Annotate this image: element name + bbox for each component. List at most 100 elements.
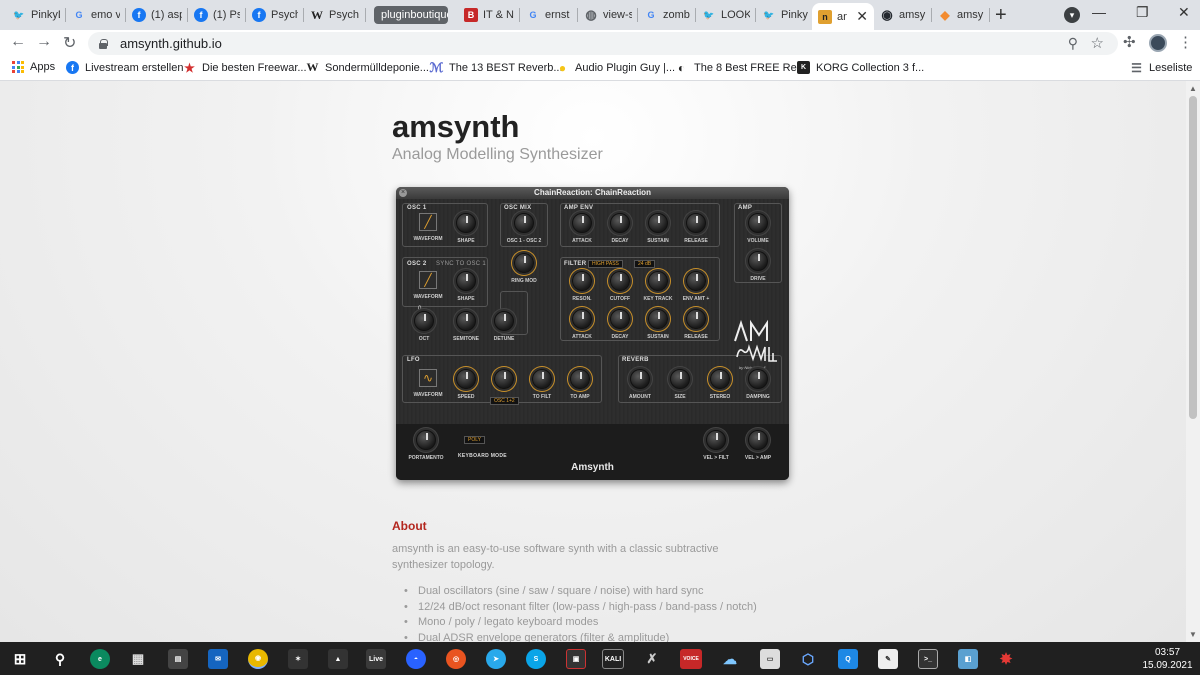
kali-icon[interactable]: KALI	[602, 649, 624, 669]
menu-dots-icon[interactable]: ⋮	[1178, 33, 1193, 51]
app-icon[interactable]: ☁	[720, 649, 740, 669]
twitter-icon: 🐦	[13, 9, 25, 20]
amsynth-icon: n	[818, 9, 832, 24]
sine-wave-icon: ∿	[419, 369, 437, 387]
diamond-icon: ◆	[940, 8, 950, 22]
ctl-label: OSC 1 - OSC 2	[506, 238, 542, 244]
tab-amsynth-active[interactable]: n an ✕	[812, 3, 874, 30]
bookmark-freeware[interactable]: ★ Die besten Freewar...	[183, 61, 306, 75]
reload-icon[interactable]: ↻	[63, 33, 76, 53]
bookmark-plugin-guy[interactable]: ● Audio Plugin Guy |...	[556, 61, 675, 75]
amp-attack-knob: ATTACK	[564, 213, 600, 244]
bookmark-korg[interactable]: K KORG Collection 3 f...	[797, 61, 924, 74]
bookmark-apps[interactable]: Apps	[12, 61, 55, 73]
knob-icon	[748, 213, 768, 233]
filter-decay-knob: DECAY	[602, 309, 638, 340]
terminal-icon[interactable]: >_	[918, 649, 938, 669]
tab-google-emo[interactable]: Gemo v	[66, 3, 126, 27]
tab-group-pluginboutique[interactable]: pluginboutique	[368, 3, 454, 27]
restore-button[interactable]: ❐	[1136, 4, 1149, 21]
tab-wikipedia-psych[interactable]: W Psych	[304, 3, 366, 27]
telegram-icon[interactable]: ➤	[486, 649, 506, 669]
tab-twitter-pinky[interactable]: 🐦 PinkyD	[6, 3, 66, 27]
scroll-up-arrow-icon[interactable]: ▲	[1189, 84, 1197, 93]
profile-avatar[interactable]	[1149, 34, 1167, 52]
app-icon[interactable]: ▭	[760, 649, 780, 669]
address-bar[interactable]: amsynth.github.io ⚲ ☆	[88, 32, 1118, 55]
notepad-icon[interactable]: ✎	[878, 649, 898, 669]
bookmark-star-icon[interactable]: ☆	[1091, 34, 1104, 52]
ctl-label: DECAY	[611, 238, 629, 244]
tab-github-amsynth[interactable]: ◉ amsyn	[874, 3, 932, 27]
taskbar-clock[interactable]: 03:57 15.09.2021	[1140, 646, 1195, 672]
amsynth-logo	[734, 319, 777, 362]
app-icon[interactable]: ✶	[288, 649, 308, 669]
portamento-knob: PORTAMENTO	[408, 430, 444, 461]
app-icon[interactable]: ▣	[566, 649, 586, 669]
bookmark-free-reverb[interactable]: ◐ The 8 Best FREE Re...	[675, 61, 806, 75]
app-icon[interactable]: Q	[838, 649, 858, 669]
app-icon[interactable]: ▲	[328, 649, 348, 669]
edge-icon[interactable]: e	[90, 649, 110, 669]
back-arrow-icon[interactable]: ←	[10, 33, 26, 51]
scrollbar-thumb[interactable]	[1189, 96, 1197, 419]
forward-arrow-icon[interactable]: →	[36, 33, 52, 51]
app-icon[interactable]: ◧	[958, 649, 978, 669]
close-icon[interactable]: ✕	[856, 8, 868, 25]
store-icon[interactable]: ▤	[168, 649, 188, 669]
zoom-icon[interactable]: ⚲	[1068, 35, 1078, 52]
tab-facebook-psyche[interactable]: f Psyche	[246, 3, 304, 27]
detune-knob: DETUNE	[486, 311, 522, 342]
oct-knob: OCT	[406, 311, 442, 342]
bookmark-label: Sondermülldeponie...	[325, 61, 429, 74]
tab-google-zombie[interactable]: Gzomb	[638, 3, 696, 27]
ctl-label: SPEED	[457, 394, 475, 400]
search-icon[interactable]: ⚲	[50, 649, 70, 669]
url-text[interactable]: amsynth.github.io	[120, 36, 222, 51]
ableton-live-icon[interactable]: Live	[366, 649, 386, 669]
bookmark-livestream[interactable]: f Livestream erstellen	[66, 61, 183, 74]
page-scrollbar[interactable]: ▲ ▼	[1186, 81, 1200, 642]
tab-search-icon[interactable]: ▾	[1064, 7, 1080, 23]
volume-knob: VOLUME	[740, 213, 776, 244]
knob-icon	[572, 309, 592, 329]
knob-icon	[610, 271, 630, 291]
lfo-to-amp-knob: TO AMP	[562, 369, 598, 400]
skype-icon[interactable]: S	[526, 649, 546, 669]
reverb-size-knob: SIZE	[662, 369, 698, 400]
tab-twitter-look[interactable]: 🐦 LOOK	[696, 3, 756, 27]
extensions-puzzle-icon[interactable]: ✣	[1123, 33, 1136, 51]
close-window-button[interactable]: ✕	[1178, 4, 1190, 21]
keyboard-mode-dropdown: POLY	[464, 436, 485, 444]
tab-twitter-pinky-2[interactable]: 🐦 PinkyD	[756, 3, 814, 27]
app-icon[interactable]: ✸	[996, 649, 1016, 669]
tab-view-source[interactable]: ◍ view-s	[578, 3, 638, 27]
tab-google-ernst[interactable]: Gernst l	[520, 3, 578, 27]
mail-icon[interactable]: ✉	[208, 649, 228, 669]
ubuntu-icon[interactable]: ◎	[446, 649, 466, 669]
amp-release-knob: RELEASE	[678, 213, 714, 244]
virtualbox-icon[interactable]: ⬡	[798, 649, 818, 669]
bookmark-label: Apps	[30, 61, 56, 73]
teams-icon[interactable]: ◓	[406, 649, 426, 669]
twitter-icon: 🐦	[703, 9, 715, 20]
app-icon[interactable]: ✗	[642, 649, 662, 669]
list-item: Dual oscillators (sine / saw / square / …	[404, 584, 757, 600]
scroll-down-arrow-icon[interactable]: ▼	[1189, 630, 1197, 639]
reading-list[interactable]: ☰ Leseliste	[1130, 61, 1192, 75]
tab-facebook-asp[interactable]: f (1) asp	[126, 3, 188, 27]
bookmark-sondermuell[interactable]: W Sondermülldeponie...	[306, 60, 429, 74]
tab-facebook-psy[interactable]: f (1) Psy	[188, 3, 246, 27]
ctl-label: DAMPING	[746, 394, 770, 400]
new-tab-button[interactable]: +	[995, 4, 1007, 27]
task-view-icon[interactable]: ▦	[128, 649, 148, 669]
ctl-label: DRIVE	[750, 276, 766, 282]
bookmark-reverb[interactable]: ℳ The 13 BEST Reverb...	[430, 60, 563, 75]
minimize-button[interactable]: —	[1092, 4, 1106, 20]
tab-amsynth-2[interactable]: ◆ amsyn	[932, 3, 990, 27]
ctl-label: RING MOD	[511, 278, 537, 284]
voicemeeter-icon[interactable]: VOICE	[680, 649, 702, 669]
windows-start-icon[interactable]: ⊞	[10, 649, 30, 669]
chrome-icon[interactable]: ◉	[248, 649, 268, 669]
tab-it[interactable]: B IT & N	[458, 3, 520, 27]
